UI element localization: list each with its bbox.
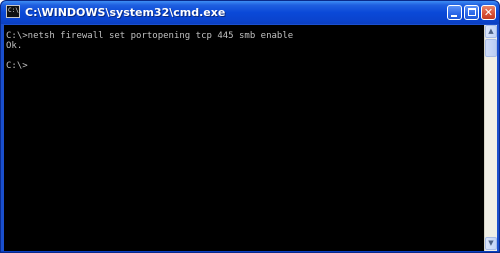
console-line-prompt: C:\> — [6, 61, 28, 71]
cmd-window: C:\ C:\WINDOWS\system32\cmd.exe ✕ C:\>ne… — [0, 0, 500, 253]
window-title: C:\WINDOWS\system32\cmd.exe — [25, 6, 226, 19]
arrow-down-icon: ▼ — [488, 239, 494, 247]
close-icon: ✕ — [483, 6, 494, 19]
console-line-command: C:\>netsh firewall set portopening tcp 4… — [6, 31, 294, 41]
maximize-icon — [468, 8, 476, 16]
console-output[interactable]: C:\>netsh firewall set portopening tcp 4… — [4, 25, 484, 251]
title-bar[interactable]: C:\ C:\WINDOWS\system32\cmd.exe ✕ — [1, 1, 499, 24]
console-line-result: Ok. — [6, 41, 23, 51]
arrow-up-icon: ▲ — [488, 27, 494, 35]
minimize-button[interactable] — [447, 5, 462, 20]
scroll-up-button[interactable]: ▲ — [485, 25, 497, 38]
maximize-button[interactable] — [464, 5, 479, 20]
minimize-icon — [451, 15, 457, 17]
close-button[interactable]: ✕ — [481, 5, 496, 20]
scroll-thumb[interactable] — [485, 39, 497, 57]
scroll-down-button[interactable]: ▼ — [485, 237, 497, 250]
cmd-app-icon[interactable]: C:\ — [6, 5, 20, 18]
vertical-scrollbar[interactable]: ▲ ▼ — [484, 25, 497, 251]
